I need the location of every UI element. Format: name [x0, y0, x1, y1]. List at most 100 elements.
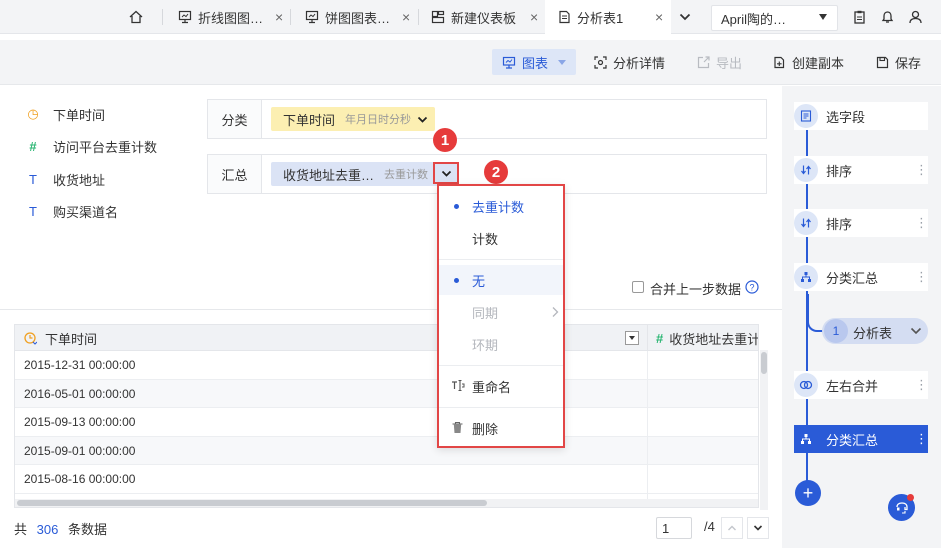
- column-header-address[interactable]: # 收货地址去重计: [656, 325, 758, 351]
- sub-label: 分析表: [853, 326, 893, 341]
- merge-icon: [794, 373, 818, 397]
- scrollbar-thumb[interactable]: [17, 500, 487, 506]
- menu-item-rename[interactable]: 重命名: [439, 371, 563, 401]
- more-icon[interactable]: ⋮: [915, 269, 928, 285]
- pipeline-sub-analysis[interactable]: 1 分析表: [822, 318, 928, 344]
- table-cell: 2015-08-16 00:00:00: [24, 472, 136, 487]
- save-button[interactable]: 保存: [876, 49, 921, 75]
- menu-item-label: 环期: [472, 337, 499, 353]
- divider: [0, 309, 782, 310]
- help-icon[interactable]: ?: [745, 280, 759, 294]
- page-prev-button[interactable]: [721, 517, 743, 539]
- pipeline-step-group-summary-active[interactable]: 分类汇总 ⋮: [794, 425, 928, 453]
- chat-support-button[interactable]: [888, 494, 915, 521]
- menu-item-delete[interactable]: 删除: [439, 413, 563, 443]
- pipeline-step-merge[interactable]: 左右合并 ⋮: [794, 371, 928, 399]
- notification-dot: [907, 494, 914, 501]
- export-button[interactable]: 导出: [697, 49, 742, 75]
- user-name: April陶的…: [721, 11, 787, 27]
- user-select[interactable]: April陶的…: [711, 5, 838, 31]
- user-icon[interactable]: [909, 10, 922, 24]
- svg-text:?: ?: [749, 282, 754, 292]
- field-item[interactable]: T 收货地址: [26, 168, 105, 190]
- pipeline-step-label: 选字段: [826, 109, 866, 125]
- column-sort-toggle[interactable]: [625, 325, 639, 351]
- page-next-button[interactable]: [747, 517, 769, 539]
- column-header-time[interactable]: 下单时间: [24, 325, 97, 351]
- clipboard-icon[interactable]: [853, 10, 866, 24]
- total-suffix: 条数据: [67, 522, 107, 537]
- chevron-right-icon: [551, 306, 559, 318]
- analysis-detail-button[interactable]: 分析详情: [594, 49, 665, 75]
- close-icon[interactable]: ×: [655, 9, 663, 25]
- page-input[interactable]: 1: [656, 517, 692, 539]
- summary-pill-label: 收货地址去重…: [283, 167, 375, 183]
- table-cell: 2015-09-13 00:00:00: [24, 415, 136, 430]
- close-icon[interactable]: ×: [530, 9, 538, 25]
- summary-pill-sub: 去重计数: [384, 169, 429, 181]
- vertical-scrollbar[interactable]: [760, 350, 768, 510]
- tab-line-chart[interactable]: 折线图图… ×: [178, 0, 290, 34]
- pipeline-step-label: 排序: [826, 163, 853, 179]
- more-icon[interactable]: ⋮: [915, 215, 928, 231]
- pipeline-step-label: 排序: [826, 216, 853, 232]
- chevron-down-icon: [441, 168, 452, 179]
- save-label: 保存: [895, 55, 922, 71]
- dashboard-icon: [431, 10, 445, 24]
- menu-divider: [439, 407, 563, 408]
- field-item[interactable]: # 访问平台去重计数: [26, 135, 157, 157]
- tab-label: 分析表1: [577, 10, 624, 26]
- tab-analysis-table[interactable]: 分析表1 ×: [545, 0, 671, 34]
- horizontal-scrollbar[interactable]: [15, 499, 758, 507]
- create-copy-button[interactable]: 创建副本: [773, 49, 844, 75]
- merge-prev-label: 合并上一步数据: [650, 282, 742, 297]
- list-icon: [794, 104, 818, 128]
- more-icon[interactable]: ⋮: [915, 162, 928, 178]
- summary-pill[interactable]: 收货地址去重… 去重计数: [271, 162, 459, 186]
- field-item[interactable]: ◷ 下单时间: [26, 103, 105, 125]
- aggregation-menu: 去重计数 计数 无 同期 环期 重命名 删除: [437, 184, 565, 448]
- menu-item-yoy[interactable]: 同期: [439, 297, 563, 327]
- menu-item-none[interactable]: 无: [439, 265, 563, 295]
- chevron-down-icon[interactable]: [910, 325, 922, 337]
- caret-down-icon: [625, 331, 639, 345]
- total-prefix: 共: [14, 522, 28, 537]
- clock-icon: ◷: [27, 106, 39, 121]
- field-item[interactable]: T 购买渠道名: [26, 200, 118, 222]
- chart-button[interactable]: 图表: [492, 49, 577, 75]
- create-copy-label: 创建副本: [792, 55, 845, 71]
- caret-down-icon: [558, 59, 567, 65]
- more-icon[interactable]: ⋮: [915, 431, 928, 447]
- merge-prev-checkbox[interactable]: [632, 281, 644, 293]
- text-icon: T: [29, 203, 37, 219]
- pipeline-step-group-summary[interactable]: 分类汇总 ⋮: [794, 263, 928, 291]
- chevron-down-icon[interactable]: [679, 11, 691, 23]
- menu-divider: [439, 259, 563, 260]
- menu-item-distinct-count[interactable]: 去重计数: [439, 191, 563, 221]
- bell-icon[interactable]: [881, 10, 894, 24]
- home-icon[interactable]: [129, 10, 143, 24]
- menu-item-label: 同期: [472, 305, 499, 321]
- chevron-down-icon[interactable]: [417, 114, 428, 125]
- menu-item-count[interactable]: 计数: [439, 223, 563, 253]
- tab-pie-chart[interactable]: 饼图图表… ×: [305, 0, 417, 34]
- menu-item-label: 删除: [472, 421, 499, 437]
- tab-separator: [162, 9, 163, 25]
- total-count: 306: [36, 522, 59, 537]
- summary-dropdown-toggle[interactable]: [433, 162, 459, 184]
- pipeline-step-sort[interactable]: 排序 ⋮: [794, 209, 928, 237]
- table-header: 下单时间 # 收货地址去重计: [15, 325, 758, 351]
- tab-new-dashboard[interactable]: 新建仪表板 ×: [431, 0, 543, 34]
- more-icon[interactable]: ⋮: [915, 377, 928, 393]
- pipeline-step-select-fields[interactable]: 选字段: [794, 102, 865, 130]
- add-step-button[interactable]: +: [795, 480, 821, 506]
- category-pill[interactable]: 下单时间 年月日时分秒: [271, 107, 435, 131]
- copy-icon: [773, 56, 786, 69]
- menu-item-mom[interactable]: 环期: [439, 329, 563, 359]
- close-icon[interactable]: ×: [402, 9, 410, 25]
- pipeline-step-sort[interactable]: 排序 ⋮: [794, 156, 928, 184]
- scrollbar-thumb[interactable]: [761, 352, 767, 374]
- tab-label: 折线图图…: [198, 10, 264, 26]
- close-icon[interactable]: ×: [275, 9, 283, 25]
- chat-icon: [895, 501, 909, 515]
